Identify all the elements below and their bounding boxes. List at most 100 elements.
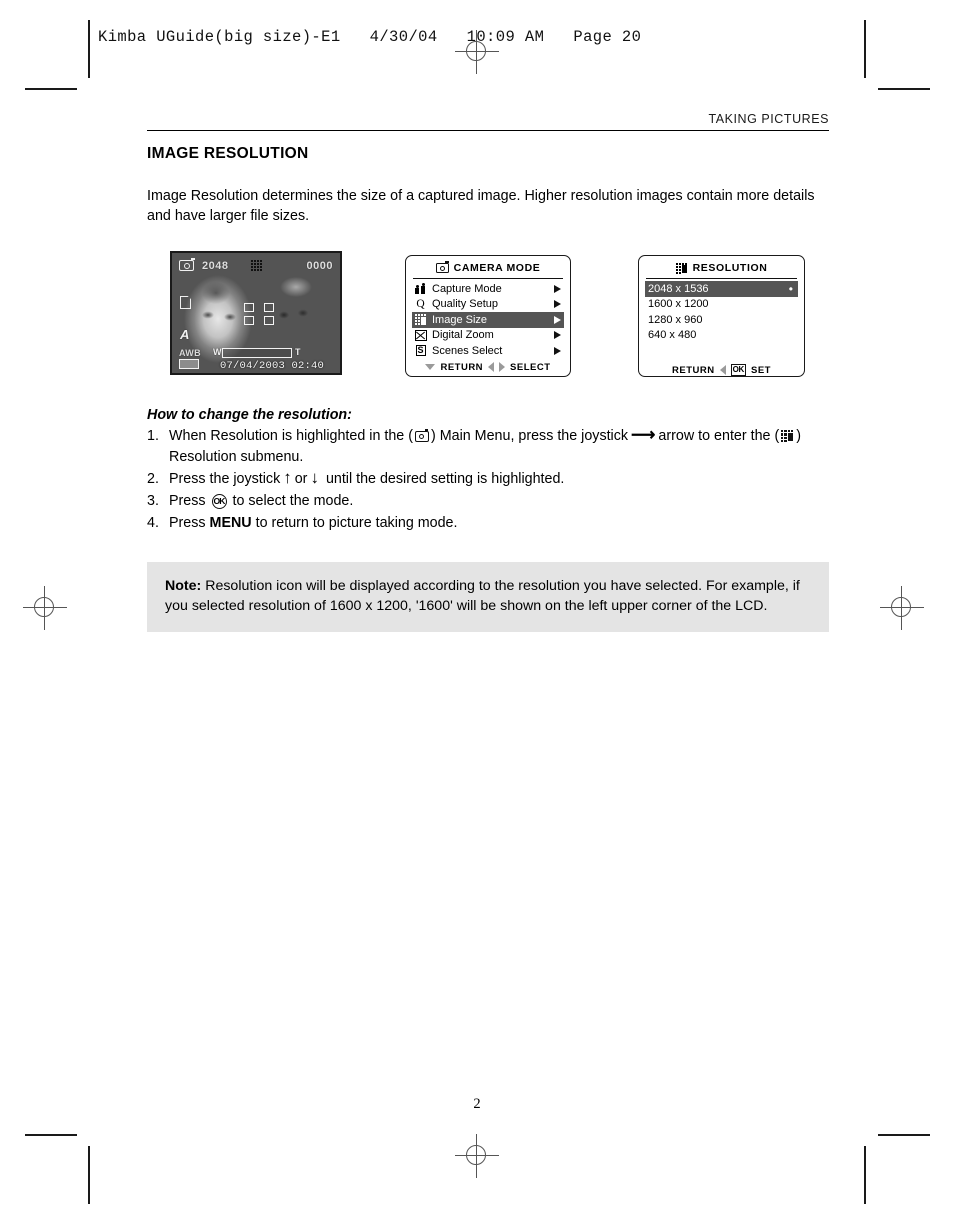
selected-marker-icon: •	[788, 281, 793, 296]
menu-item-label: Quality Setup	[432, 298, 499, 311]
arrow-down-icon: ↓	[310, 468, 319, 487]
step2-part-a: Press the joystick	[169, 471, 281, 487]
intro-paragraph: Image Resolution determines the size of …	[147, 188, 815, 224]
resolution-option-label: 640 x 480	[648, 329, 697, 342]
set-label: SET	[751, 364, 771, 376]
menu-item-image-size[interactable]: Image Size	[412, 312, 564, 328]
chevron-right-icon	[550, 331, 564, 340]
menu-item-scenes-select[interactable]: S Scenes Select	[412, 343, 564, 359]
crop-mark-bottom-right-horizontal	[878, 1134, 930, 1136]
camera-icon	[435, 261, 449, 273]
ok-button-icon: OK	[211, 493, 227, 509]
chevron-right-icon	[550, 315, 564, 324]
step-text: Press MENU to return to picture taking m…	[169, 513, 829, 534]
zoom-wide-label: W	[213, 347, 222, 357]
arrow-right-icon: ⟶	[631, 425, 656, 444]
step2-part-c: until the desired setting is highlighted…	[325, 471, 565, 487]
howto-step-3: 3. Press OK to select the mode.	[147, 491, 829, 512]
memory-card-icon	[180, 296, 191, 309]
step-number: 4.	[147, 515, 159, 531]
camera-mode-menu-screenshot: CAMERA MODE Capture Mode Q Quality Setup	[405, 255, 571, 377]
crop-mark-bottom-left-vertical	[88, 1146, 90, 1204]
registration-horizontal	[880, 607, 924, 609]
chevron-right-icon	[550, 300, 564, 309]
resolution-option-1280x960[interactable]: 1280 x 960	[645, 312, 798, 328]
menu-item-label: Scenes Select	[432, 344, 503, 357]
scenes-s-icon: S	[415, 345, 426, 357]
step3-part-a: Press	[169, 493, 206, 509]
note-label: Note:	[165, 578, 202, 594]
return-label: RETURN	[440, 361, 484, 373]
resolution-option-label: 1280 x 960	[648, 313, 703, 326]
menu-item-digital-zoom[interactable]: Digital Zoom	[412, 328, 564, 344]
step-text: When Resolution is highlighted in the ()…	[169, 426, 829, 468]
image-size-grid-icon	[675, 262, 688, 274]
header-rule	[147, 130, 829, 131]
flash-auto-icon: A	[180, 327, 190, 342]
zoom-bar	[222, 348, 292, 358]
camera-mode-icon	[179, 258, 195, 271]
return-label: RETURN	[672, 364, 715, 376]
step-text: Press the joystick ↑ or ↓ until the desired…	[169, 469, 829, 490]
resolution-option-label: 1600 x 1200	[648, 298, 709, 311]
screen-illustrations: 2048 0000 A AWB W T 07/04/2003 02:40 CAM…	[147, 251, 829, 393]
howto-step-2: 2. Press the joystick ↑ or ↓ until the desi…	[147, 469, 829, 490]
chevron-right-icon	[550, 346, 564, 355]
page-title: IMAGE RESOLUTION	[147, 145, 309, 162]
howto-step-4: 4. Press MENU to return to picture takin…	[147, 513, 829, 534]
image-size-grid-icon	[251, 260, 265, 272]
digital-zoom-icon	[413, 329, 428, 341]
crop-mark-bottom-left-horizontal	[25, 1134, 77, 1136]
step4-part-c: to return to picture taking mode.	[255, 515, 458, 531]
resolution-option-640x480[interactable]: 640 x 480	[645, 328, 798, 344]
crop-mark-top-left-horizontal	[25, 88, 77, 90]
step-number: 3.	[147, 493, 159, 509]
note-callout: Note: Resolution icon will be displayed …	[147, 562, 829, 632]
camera-mode-menu-footer: RETURN SELECT	[412, 362, 564, 373]
note-text: Resolution icon will be displayed accord…	[165, 578, 800, 614]
image-size-grid-icon	[781, 430, 794, 442]
arrow-up-icon: ↑	[283, 468, 292, 487]
lcd-preview-screenshot: 2048 0000 A AWB W T 07/04/2003 02:40	[170, 251, 342, 375]
quality-q-icon: Q	[416, 297, 425, 310]
menu-item-quality-setup[interactable]: Q Quality Setup	[412, 297, 564, 313]
chevron-down-icon	[425, 364, 436, 370]
white-balance-indicator: AWB	[179, 348, 201, 358]
howto-step-1: 1. When Resolution is highlighted in the…	[147, 426, 829, 468]
menu-item-capture-mode[interactable]: Capture Mode	[412, 281, 564, 297]
resolution-title-text: RESOLUTION	[692, 262, 768, 274]
crop-mark-top-right-vertical	[864, 20, 866, 78]
resolution-option-2048x1536[interactable]: 2048 x 1536 •	[645, 281, 798, 297]
step-number: 1.	[147, 428, 159, 444]
zoom-tele-label: T	[295, 347, 301, 357]
crop-mark-top-left-vertical	[88, 20, 90, 78]
menu-title-divider	[646, 278, 797, 279]
image-size-grid-icon	[413, 314, 428, 326]
print-imprint-line: Kimba UGuide(big size)-E1 4/30/04 10:09 …	[98, 28, 642, 46]
chevron-left-icon	[719, 365, 726, 375]
menu-title-divider	[413, 278, 563, 279]
step3-part-b: to select the mode.	[232, 493, 354, 509]
focus-brackets-icon	[244, 303, 274, 325]
step1-part-b: ) Main Menu, press the joystick	[430, 428, 629, 444]
step2-part-b: or	[294, 471, 308, 487]
page-number: 2	[473, 1096, 481, 1112]
crop-mark-bottom-right-vertical	[864, 1146, 866, 1204]
resolution-menu-footer: RETURN OK SET	[645, 364, 798, 376]
battery-icon	[179, 359, 199, 369]
menu-item-label: Digital Zoom	[432, 329, 494, 342]
camera-mode-menu-title: CAMERA MODE	[412, 261, 564, 275]
crop-mark-top-right-horizontal	[878, 88, 930, 90]
resolution-option-1600x1200[interactable]: 1600 x 1200	[645, 297, 798, 313]
resolution-menu-title: RESOLUTION	[645, 261, 798, 275]
registration-mark-left	[23, 586, 67, 630]
resolution-option-label: 2048 x 1536	[648, 282, 709, 295]
menu-item-label: Capture Mode	[432, 282, 502, 295]
lcd-frame-counter: 0000	[306, 260, 333, 272]
camera-icon	[414, 428, 429, 442]
lcd-resolution-badge: 2048	[202, 260, 229, 272]
registration-mark-bottom	[455, 1134, 499, 1178]
chevron-right-icon	[499, 362, 506, 372]
registration-horizontal	[455, 1155, 499, 1157]
registration-horizontal	[455, 51, 499, 53]
